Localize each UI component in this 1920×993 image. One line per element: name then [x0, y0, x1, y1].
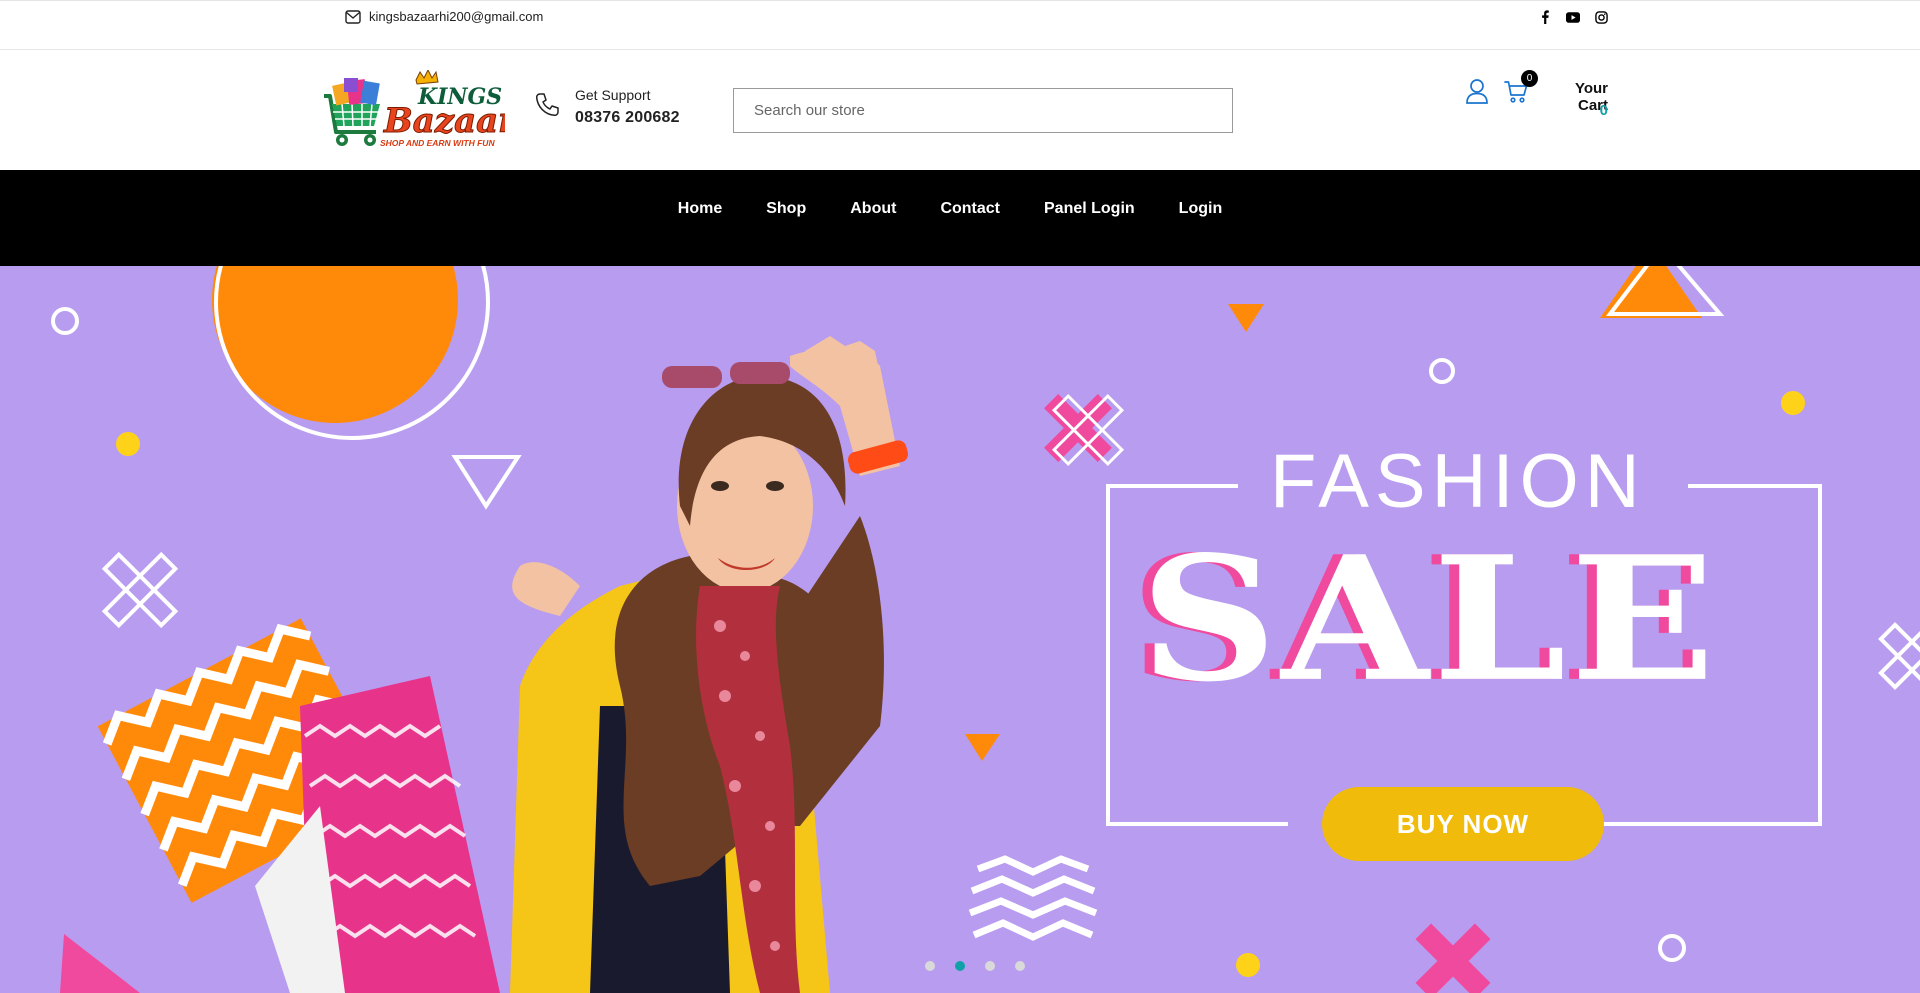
site-header: KINGS Bazaar SHOP AND EARN WITH FUN Get … [0, 50, 1920, 170]
social-links [1538, 10, 1608, 24]
cart-total: 0 [1599, 102, 1608, 119]
hero-banner[interactable]: FASHION SALE BUY NOW [0, 266, 1920, 993]
hero-headline-fashion: FASHION [1270, 439, 1646, 524]
cart-count-badge: 0 [1521, 70, 1538, 87]
nav-login[interactable]: Login [1179, 200, 1223, 218]
slider-dot-2[interactable] [955, 961, 965, 971]
hero-headline-sale: SALE [1140, 518, 1720, 720]
slider-dot-3[interactable] [985, 961, 995, 971]
support-phone[interactable]: 08376 200682 [575, 109, 680, 127]
site-logo[interactable]: KINGS Bazaar SHOP AND EARN WITH FUN [320, 68, 519, 154]
search-input[interactable] [733, 88, 1233, 133]
nav-contact[interactable]: Contact [940, 200, 1000, 218]
user-account-icon[interactable] [1465, 78, 1489, 104]
main-navigation: Home Shop About Contact Panel Login Logi… [0, 170, 1920, 266]
top-bar: kingsbazaarhi200@gmail.com [0, 0, 1920, 50]
support-contact[interactable]: Get Support 08376 200682 [533, 87, 680, 127]
logo-tagline: SHOP AND EARN WITH FUN [380, 138, 495, 148]
slider-dot-4[interactable] [1015, 961, 1025, 971]
nav-home[interactable]: Home [678, 200, 722, 218]
contact-email[interactable]: kingsbazaarhi200@gmail.com [345, 9, 543, 24]
nav-shop[interactable]: Shop [766, 200, 806, 218]
mail-icon [345, 9, 361, 24]
nav-about[interactable]: About [850, 200, 896, 218]
youtube-icon[interactable] [1566, 10, 1580, 24]
buy-now-button[interactable]: BUY NOW [1322, 787, 1604, 861]
slider-pagination [925, 961, 1025, 971]
logo-bazaar-text: Bazaar [383, 101, 505, 141]
support-label: Get Support [575, 87, 651, 103]
slider-dot-1[interactable] [925, 961, 935, 971]
phone-icon [533, 91, 561, 124]
nav-panel-login[interactable]: Panel Login [1044, 200, 1135, 218]
email-text: kingsbazaarhi200@gmail.com [369, 9, 544, 24]
facebook-icon[interactable] [1538, 10, 1552, 24]
instagram-icon[interactable] [1594, 10, 1608, 24]
